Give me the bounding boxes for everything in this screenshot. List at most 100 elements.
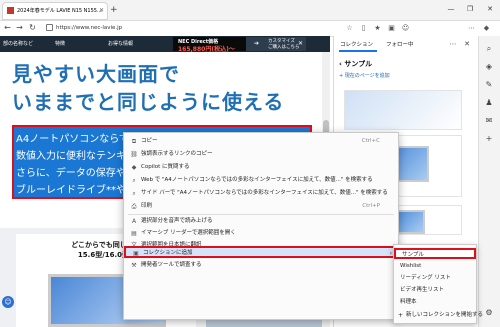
menu-item-copy-link[interactable]: ⛓ 強調表示するリンクのコピー xyxy=(124,149,398,160)
search-icon: ⌕ xyxy=(132,177,136,184)
tab-title: 2024年春モデル LAVIE N15 N155… xyxy=(17,8,102,14)
lock-icon xyxy=(46,24,53,31)
outlook-icon[interactable]: ✉ xyxy=(482,114,496,128)
collections-icon[interactable]: ▣ xyxy=(386,22,397,34)
favorites-star-icon[interactable]: ☆ xyxy=(344,22,355,34)
menu-item-sidebar-search[interactable]: ⌕ サイド バーで "A4ノートパソコンならではの多彩なインターフェイスに加えて、… xyxy=(124,188,398,199)
search-icon[interactable]: ⌕ xyxy=(482,42,496,56)
menu-item-immersive-reader[interactable]: ▤ イマーシブ リーダーで選択範囲を開く xyxy=(124,228,398,239)
sidebar-search-icon: ⌕ xyxy=(132,190,136,197)
collections-icon: ▣ xyxy=(133,250,139,257)
favorites-icon[interactable]: ★ xyxy=(372,22,383,34)
menu-label: 強調表示するリンクのコピー xyxy=(141,151,213,157)
submenu-label: リーディング リスト xyxy=(400,275,451,281)
submenu-item-cookbook[interactable]: 料理本 xyxy=(394,297,476,308)
tools-icon[interactable]: ✎ xyxy=(482,78,496,92)
tab-collections[interactable]: コレクション xyxy=(340,40,373,50)
paragraph-line: さらに、データの保存や xyxy=(16,168,126,179)
headline-line2: いままでと同じように使える xyxy=(12,90,285,114)
nav-item-parts[interactable]: 部の名称など xyxy=(3,36,33,52)
paragraph-line: A4ノートパソコンならで xyxy=(16,134,129,145)
active-tab-indicator xyxy=(339,50,377,52)
close-tab-icon[interactable]: ✕ xyxy=(99,3,104,19)
menu-item-devtools[interactable]: ⚒ 開発者ツールで調査する xyxy=(124,260,398,271)
cart-arrow-icon: ➔ xyxy=(254,40,260,47)
collection-name: サンプル xyxy=(344,60,373,68)
tab-following[interactable]: フォロー中 xyxy=(386,40,414,50)
close-banner-icon[interactable]: ✕ xyxy=(298,40,303,47)
menu-label: Web で "A4ノートパソコンならではの多彩なインターフェイスに加えて、数値.… xyxy=(141,177,373,183)
more-options-icon[interactable]: ⋯ xyxy=(448,39,458,50)
new-tab-icon[interactable]: + xyxy=(110,4,118,16)
add-current-page-label: 現在のページを追加 xyxy=(344,73,390,79)
close-pane-icon[interactable]: ✕ xyxy=(462,39,472,50)
submenu-item-wishlist[interactable]: Wishlist xyxy=(394,261,476,272)
close-window-icon[interactable]: ✕ xyxy=(481,2,499,16)
menu-separator xyxy=(128,214,394,215)
immersive-reader-icon: ▤ xyxy=(131,230,137,237)
customize-button[interactable]: ➔ カスタマイズ ご購入はこちら ✕ xyxy=(246,37,306,51)
submenu-label: Wishlist xyxy=(400,263,422,269)
maximize-icon[interactable]: ❐ xyxy=(461,2,479,16)
menu-label: Copilot に質問する xyxy=(141,164,190,170)
nav-item-features[interactable]: 特徴 xyxy=(55,36,65,52)
back-icon[interactable]: ← xyxy=(2,22,13,34)
headline-line1: 見やすい大画面で xyxy=(12,62,180,86)
copilot-icon[interactable]: ◆ xyxy=(481,22,492,34)
menu-item-print[interactable]: ⎙ 印刷 Ctrl+P xyxy=(124,201,398,212)
copilot-icon: ◆ xyxy=(131,164,137,171)
nav-item-deals[interactable]: お得な情報 xyxy=(108,36,133,52)
split-screen-icon[interactable]: ▯ xyxy=(358,22,369,34)
add-icon[interactable]: + xyxy=(482,132,496,146)
menu-item-read-aloud[interactable]: A 選択部分を音声で読み上げる xyxy=(124,216,398,227)
submenu-item-video-list[interactable]: ビデオ再生リスト xyxy=(394,285,476,296)
submenu-item-reading-list[interactable]: リーディング リスト xyxy=(394,273,476,284)
submenu-label: 新しいコレクションを開始する xyxy=(406,312,484,318)
more-icon[interactable]: ⋯ xyxy=(466,22,477,34)
settings-gear-icon[interactable]: ⚙ xyxy=(482,306,496,320)
browser-tab[interactable]: 2024年春モデル LAVIE N15 N155… ✕ xyxy=(2,2,108,20)
price-banner[interactable]: NEC Direct価格 165,880円(税込)〜 xyxy=(173,37,246,53)
menu-item-add-to-collection[interactable]: ▣ コレクションに追加 › xyxy=(124,246,398,258)
menu-label: 開発者ツールで調査する xyxy=(141,262,202,268)
context-menu: ⧉ コピー Ctrl+C ⛓ 強調表示するリンクのコピー ◆ Copilot に質問する… xyxy=(123,132,399,320)
menu-label: 選択部分を音声で読み上げる xyxy=(141,218,213,224)
profile-icon[interactable]: ☺ xyxy=(400,22,411,34)
submenu-label: サンプル xyxy=(402,252,424,258)
price-value: 165,880円(税込)〜 xyxy=(178,46,235,53)
menu-item-copilot[interactable]: ◆ Copilot に質問する xyxy=(124,162,398,173)
devtools-icon: ⚒ xyxy=(131,262,137,269)
menu-label: 印刷 xyxy=(141,203,153,209)
shopping-icon[interactable]: ◈ xyxy=(482,60,496,74)
submenu-item-sample[interactable]: サンプル xyxy=(394,248,476,259)
read-aloud-icon: A xyxy=(131,218,137,225)
menu-label: コレクションに追加 xyxy=(143,250,193,256)
menu-label: コピー xyxy=(141,138,158,144)
forward-icon[interactable]: → xyxy=(14,22,25,34)
collection-item[interactable] xyxy=(344,90,462,130)
address-bar[interactable]: https://www.nec-lavie.jp xyxy=(46,23,246,34)
url-text: https://www.nec-lavie.jp xyxy=(56,25,123,31)
chat-help-icon[interactable]: ☺ xyxy=(2,296,14,308)
submenu-item-new-collection[interactable]: + 新しいコレクションを開始する xyxy=(394,310,483,321)
add-current-page-link[interactable]: + 現在のページを追加 xyxy=(339,72,390,79)
refresh-icon[interactable]: ↻ xyxy=(27,22,38,34)
minimize-icon[interactable]: — xyxy=(442,2,460,16)
menu-label: サイド バーで "A4ノートパソコンならではの多彩なインターフェイスに加えて、数… xyxy=(141,190,388,196)
games-icon[interactable]: ♟ xyxy=(482,96,496,110)
collections-submenu: サンプル Wishlist リーディング リスト ビデオ再生リスト 料理本 + 新… xyxy=(393,244,483,324)
purchase-label: ご購入はこちら xyxy=(268,45,300,50)
collection-title[interactable]: ‹ サンプル xyxy=(339,59,372,69)
submenu-label: 料理本 xyxy=(400,299,417,305)
copy-icon: ⧉ xyxy=(131,138,137,145)
menu-label: イマーシブ リーダーで選択範囲を開く xyxy=(141,230,236,236)
menu-item-web-search[interactable]: ⌕ Web で "A4ノートパソコンならではの多彩なインターフェイスに加えて、数値… xyxy=(124,175,398,186)
submenu-arrow-icon: › xyxy=(389,250,392,257)
print-icon: ⎙ xyxy=(131,203,137,210)
menu-shortcut: Ctrl+C xyxy=(361,138,380,144)
paragraph-line: ブルーレイドライブ**やD xyxy=(16,185,134,196)
paragraph-line: 数値入力に便利なテンキ xyxy=(16,151,126,162)
menu-item-copy[interactable]: ⧉ コピー Ctrl+C xyxy=(124,136,398,147)
favicon-icon xyxy=(7,7,14,14)
menu-shortcut: Ctrl+P xyxy=(362,203,380,209)
